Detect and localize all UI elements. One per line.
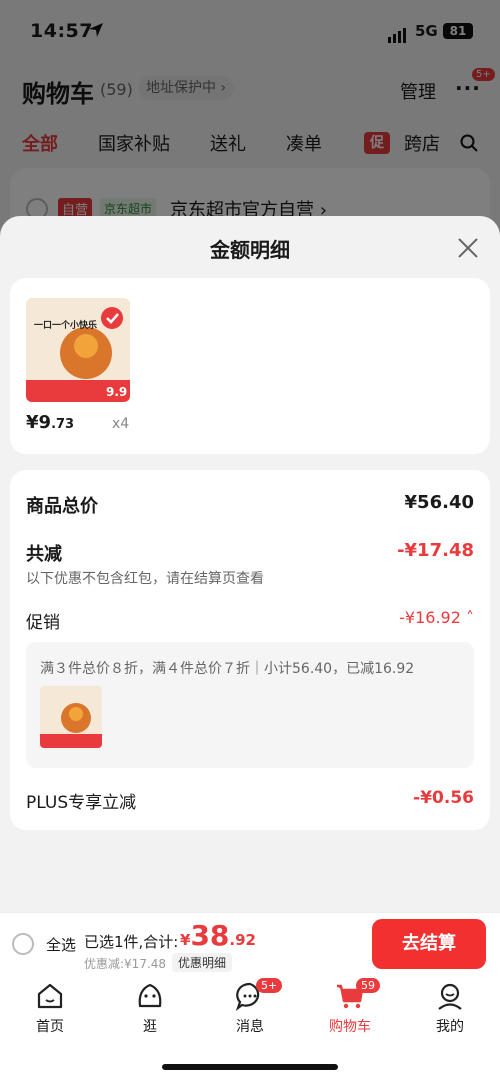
select-all-label[interactable]: 全选 [46, 934, 76, 955]
total-label: 商品总价 [26, 496, 98, 517]
discount-detail-button[interactable]: 优惠明细 [172, 953, 233, 972]
total-price: ¥38.92 [180, 919, 256, 952]
tab-label: 首页 [36, 1019, 64, 1035]
plus-value: -¥0.56 [413, 788, 474, 808]
home-indicator [162, 1064, 338, 1070]
checkout-button[interactable]: 去结算 [372, 919, 486, 969]
tab-profile[interactable]: 我的 [410, 980, 490, 1036]
tab-label: 我的 [436, 1019, 464, 1035]
promo-description: 满３件总价８折，满４件总价７折｜小计56.40，已减16.92 [40, 661, 415, 677]
discount-summary: 优惠减:¥17.48 [84, 957, 167, 971]
sheet-title: 金额明细 [210, 238, 290, 262]
tab-home[interactable]: 首页 [10, 980, 90, 1036]
plus-label: PLUS专享立减 [26, 793, 137, 813]
tab-badge: 59 [356, 978, 380, 993]
close-icon[interactable] [454, 234, 482, 262]
tab-label: 逛 [143, 1019, 157, 1035]
item-unit-price: ¥9.73 [26, 412, 75, 433]
product-thumbnail[interactable]: 一口一个小快乐 9.9 [26, 298, 130, 402]
profile-icon [438, 983, 462, 1010]
tab-badge: 5+ [256, 978, 283, 993]
promo-value-toggle[interactable]: -¥16.92 ˄ [399, 608, 474, 627]
total-value: ¥56.40 [404, 492, 474, 513]
selected-summary: 已选1件,合计: [84, 933, 179, 951]
home-icon [37, 983, 63, 1009]
reduce-label: 共减 [26, 544, 62, 565]
checkout-bar: 全选 已选1件,合计: ¥38.92 优惠减:¥17.48 优惠明细 去结算 [0, 912, 500, 974]
product-price-tag: 9.9 [106, 385, 127, 399]
bottom-tab-bar: 首页 逛 消息 5+ 购物车 59 我的 [0, 974, 500, 1081]
tab-explore[interactable]: 逛 [110, 980, 190, 1036]
product-thumb-text: 一口一个小快乐 [34, 319, 97, 331]
tab-cart[interactable]: 购物车 59 [310, 978, 390, 1036]
item-quantity: x4 [112, 416, 130, 432]
reduce-value: -¥17.48 [397, 540, 474, 561]
promo-product-thumbnail [40, 686, 102, 748]
reduce-note: 以下优惠不包含红包，请在结算页查看 [26, 571, 264, 587]
promo-label: 促销 [26, 613, 60, 633]
explore-icon [138, 983, 162, 1008]
tab-label: 购物车 [329, 1019, 371, 1035]
select-all-radio[interactable] [12, 933, 34, 955]
promo-detail-box: 满３件总价８折，满４件总价７折｜小计56.40，已减16.92 [26, 642, 474, 768]
tab-label: 消息 [236, 1019, 264, 1035]
price-detail-card: 商品总价 ¥56.40 共减 -¥17.48 以下优惠不包含红包，请在结算页查看… [10, 470, 490, 830]
items-card: 一口一个小快乐 9.9 ¥9.73 x4 [10, 278, 490, 454]
tab-messages[interactable]: 消息 5+ [210, 978, 290, 1036]
